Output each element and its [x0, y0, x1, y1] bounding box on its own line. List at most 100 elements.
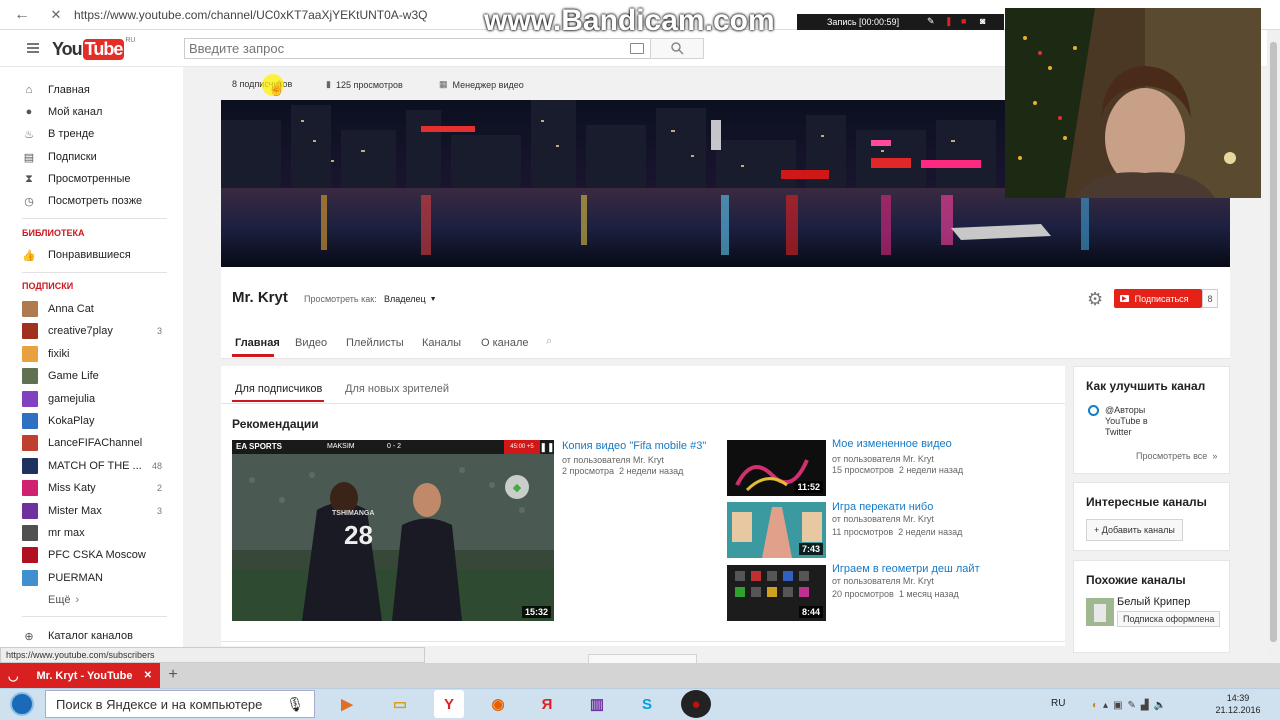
tray-icon[interactable]: ▴ — [1103, 700, 1108, 711]
gear-icon[interactable]: ⚙ — [1087, 289, 1103, 310]
tray-icon[interactable]: ▣ — [1113, 700, 1122, 711]
language-indicator[interactable]: RU — [1051, 698, 1065, 709]
new-tab-icon[interactable]: + — [164, 665, 182, 685]
skype-icon[interactable]: S — [632, 690, 662, 718]
subscription-item[interactable]: Game Life — [22, 366, 162, 386]
subscription-item[interactable]: PUERMAN — [22, 568, 162, 588]
stop-icon[interactable]: ✕ — [48, 6, 64, 24]
channel-avatar — [22, 323, 38, 340]
search-button[interactable] — [650, 38, 704, 59]
pencil-icon[interactable]: ✎ — [927, 16, 935, 27]
subscription-item[interactable]: fixiki — [22, 344, 162, 364]
channel-search-icon[interactable]: ⌕ — [546, 335, 552, 348]
youtube-logo[interactable]: You Tube RU — [52, 37, 135, 60]
tab-about[interactable]: О канале — [481, 337, 529, 349]
menu-icon[interactable] — [26, 41, 40, 55]
clock[interactable]: 14:39 21.12.2016 — [1210, 692, 1266, 716]
divider — [221, 403, 1065, 404]
subscription-item[interactable]: KokaPlay — [22, 411, 162, 431]
channel-avatar[interactable] — [1086, 598, 1114, 626]
subscription-item[interactable]: mr max — [22, 523, 162, 543]
tab-channels[interactable]: Каналы — [422, 337, 461, 349]
similar-channel-name[interactable]: Белый Крипер — [1117, 596, 1190, 608]
video-author[interactable]: от пользователя Mr. Kryt — [832, 454, 934, 464]
improve-channel-card: Как улучшить канал @Авторы YouTube в Twi… — [1073, 366, 1230, 474]
keyboard-icon[interactable] — [630, 43, 644, 54]
video-author[interactable]: от пользователя Mr. Kryt — [832, 576, 934, 586]
camera-icon[interactable]: ◙ — [980, 16, 985, 26]
subtab-new-viewers[interactable]: Для новых зрителей — [345, 383, 449, 395]
video-title[interactable]: Играем в геометри деш лайт — [832, 563, 980, 575]
search-box[interactable] — [184, 38, 651, 59]
tab-playlists[interactable]: Плейлисты — [346, 337, 404, 349]
subscription-item[interactable]: PFC CSKA Moscow — [22, 545, 162, 565]
sidebar-item-my-channel[interactable]: ● Мой канал — [22, 102, 162, 122]
scrollbar[interactable] — [1267, 30, 1280, 663]
video-title[interactable]: Мое измененное видео — [832, 438, 952, 450]
firefox-icon[interactable]: ◉ — [483, 690, 513, 718]
search-input[interactable] — [189, 40, 619, 57]
scrollbar-thumb[interactable] — [1270, 42, 1277, 642]
subscription-item[interactable]: Mister Max 3 — [22, 501, 162, 521]
sidebar-item-catalog[interactable]: ⊕ Каталог каналов — [22, 626, 162, 646]
winrar-icon[interactable]: ▥ — [582, 690, 612, 718]
featured-video-title[interactable]: Копия видео "Fifa mobile #3" — [562, 440, 706, 452]
sidebar-item-label: Подписки — [48, 151, 97, 163]
subscription-name: mr max — [48, 527, 85, 539]
sidebar-item-trending[interactable]: ♨ В тренде — [22, 124, 162, 144]
microphone-icon[interactable]: 🎙 — [286, 696, 304, 713]
subscribed-button[interactable]: Подписка оформлена — [1117, 611, 1221, 627]
back-arrow-icon[interactable]: ← — [12, 6, 32, 24]
sidebar-item-liked[interactable]: 👍 Понравившиеся — [22, 245, 162, 265]
video-title[interactable]: Игра перекати нибо — [832, 501, 933, 513]
tray-app-icon[interactable]: ◐ — [1092, 700, 1098, 711]
tray-icon[interactable]: ✎ — [1128, 700, 1136, 711]
video-thumbnail[interactable]: 11:52 — [727, 440, 826, 496]
sidebar-item-home[interactable]: ⌂ Главная — [22, 80, 162, 100]
view-as-dropdown[interactable]: Владелец ▼ — [384, 294, 437, 304]
view-all-link[interactable]: Просмотреть все » — [1136, 451, 1217, 461]
yandex-browser-icon[interactable]: Y — [434, 690, 464, 718]
add-channels-button[interactable]: + Добавить каналы — [1086, 519, 1183, 541]
media-player-icon[interactable]: ▶ — [332, 690, 362, 718]
sidebar-item-label: Посмотреть позже — [48, 195, 143, 207]
video-manager-link[interactable]: ▦ Менеджер видео — [439, 79, 524, 90]
pause-recording-icon[interactable]: ❚ — [945, 16, 953, 27]
subscription-item[interactable]: Miss Katy 2 — [22, 478, 162, 498]
browser-tab-active[interactable]: ◡ Mr. Kryt - YouTube ✕ — [0, 663, 160, 688]
yandex-search-box[interactable]: Поиск в Яндексе и на компьютере 🎙 — [45, 690, 315, 718]
volume-icon[interactable]: 🔈 — [1154, 700, 1166, 711]
url-field[interactable]: https://www.youtube.com/channel/UC0xKT7a… — [74, 8, 427, 22]
pause-icon[interactable]: ❚❚ — [539, 441, 554, 453]
network-icon[interactable]: ▟ — [1141, 700, 1149, 711]
more-button[interactable]: Ещё › — [48, 590, 188, 610]
subscription-item[interactable]: gamejulia — [22, 389, 162, 409]
subscription-item[interactable]: LanceFIFAChannel — [22, 433, 162, 453]
featured-video-author[interactable]: от пользователя Mr. Kryt — [562, 455, 664, 465]
featured-video-thumbnail[interactable]: EA SPORTS MAKSIM 0 - 2 45:00 +5 ❚❚ TSHIM… — [232, 440, 554, 621]
subscription-item[interactable]: creative7play 3 — [22, 321, 162, 341]
subscribe-button[interactable]: ▶ Подписаться — [1114, 289, 1202, 308]
video-author[interactable]: от пользователя Mr. Kryt — [832, 514, 934, 524]
tab-videos[interactable]: Видео — [295, 337, 327, 349]
sidebar-item-subscriptions[interactable]: ▤ Подписки — [22, 147, 162, 167]
overlay-time: 45:00 +5 — [504, 440, 540, 454]
close-tab-icon[interactable]: ✕ — [144, 670, 152, 681]
video-thumbnail[interactable]: 8:44 — [727, 565, 826, 621]
subtab-subscribers[interactable]: Для подписчиков — [235, 383, 322, 395]
interesting-title: Интересные каналы — [1086, 495, 1207, 509]
improve-item[interactable]: @Авторы YouTube в Twitter — [1105, 405, 1165, 438]
subscription-item[interactable]: Anna Cat — [22, 299, 162, 319]
subscription-item[interactable]: MATCH OF THE ... 48 — [22, 456, 162, 476]
sidebar-item-watch-later[interactable]: ◷ Посмотреть позже — [22, 191, 162, 211]
tab-home[interactable]: Главная — [235, 337, 280, 349]
folder-icon[interactable]: ▭ — [385, 690, 415, 718]
bandicam-icon[interactable]: ● — [681, 690, 711, 718]
video-thumbnail[interactable]: 7:43 — [727, 502, 826, 558]
stop-recording-icon[interactable]: ■ — [961, 16, 966, 26]
yandex-icon[interactable]: Я — [532, 690, 562, 718]
subscription-name: PFC CSKA Moscow — [48, 549, 146, 562]
radio-icon[interactable] — [1088, 405, 1099, 416]
windows-start-icon[interactable] — [6, 690, 38, 718]
sidebar-item-history[interactable]: ⧗ Просмотренные — [22, 169, 162, 189]
